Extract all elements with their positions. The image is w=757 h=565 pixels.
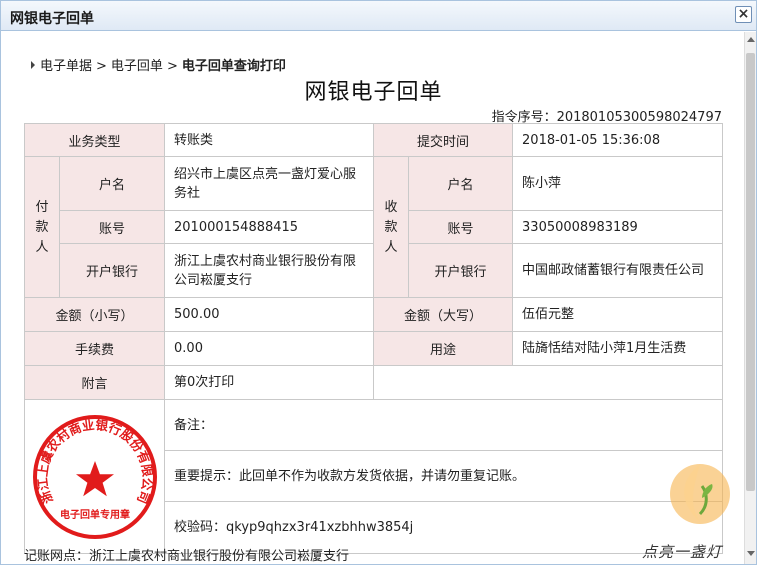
row-notes: 浙江上虞农村商业银行股份有限公司 电子回单专用章 备注： 重要提示：此回单不作为…: [23, 399, 724, 554]
bank-seal-stamp: 浙江上虞农村商业银行股份有限公司 电子回单专用章: [32, 414, 157, 539]
payer-account-label: 账号: [58, 210, 166, 244]
document-title: 网银电子回单: [304, 80, 443, 105]
payee-bank-label: 开户银行: [408, 243, 514, 298]
close-icon: ×: [737, 6, 750, 22]
payee-section-label: 收款人: [373, 156, 410, 298]
stamp-cell: 浙江上虞农村商业银行股份有限公司 电子回单专用章: [23, 399, 166, 554]
remark-line: 备注：: [165, 400, 723, 451]
payee-account-value: 33050008983189: [512, 210, 724, 244]
scrollbar-thumb[interactable]: [746, 53, 755, 491]
footer-branch-text: 记账网点：浙江上虞农村商业银行股份有限公司崧厦支行: [24, 549, 350, 564]
purpose-value: 陆旖恬结对陆小萍1月生活费: [512, 331, 724, 366]
window-titlebar: 网银电子回单 ×: [1, 1, 756, 31]
empty-cell: [373, 365, 724, 400]
payer-section-label: 付款人: [24, 156, 60, 298]
payee-name-value: 陈小萍: [512, 156, 724, 211]
payer-name-label: 户名: [58, 156, 166, 211]
amount-lower-value: 500.00: [164, 297, 375, 332]
payer-bank-label: 开户银行: [58, 243, 166, 298]
payee-bank-value: 中国邮政储蓄银行有限责任公司: [512, 243, 724, 298]
business-type-label: 业务类型: [23, 123, 166, 157]
breadcrumb: 电子单据 > 电子回单 > 电子回单查询打印: [31, 55, 286, 74]
purpose-label: 用途: [373, 331, 514, 366]
payer-account-value: 201000154888415: [164, 210, 375, 244]
breadcrumb-arrow-icon: [31, 61, 35, 69]
payee-account-label: 账号: [408, 210, 514, 244]
breadcrumb-item-electronic-receipt[interactable]: 电子回单: [111, 59, 163, 74]
submit-time-label: 提交时间: [373, 123, 514, 157]
postscript-label: 附言: [23, 365, 166, 400]
row-postscript: 附言 第0次打印: [23, 365, 724, 400]
amount-upper-label: 金额（大写）: [373, 297, 514, 332]
scroll-up-arrow-icon[interactable]: [747, 37, 755, 42]
window-title: 网银电子回单: [10, 11, 94, 27]
receipt-window: 网银电子回单 × 电子单据 > 电子回单 > 电子回单查询打印 网银电子回单 指令序号：…: [0, 0, 757, 565]
submit-time-value: 2018-01-05 15:36:08: [512, 123, 724, 157]
breadcrumb-item-electronic-documents[interactable]: 电子单据: [40, 59, 92, 74]
content-area: 电子单据 > 电子回单 > 电子回单查询打印 网银电子回单 指令序号：201801053…: [1, 32, 746, 564]
breadcrumb-separator: >: [96, 59, 107, 74]
row-account-name: 付款人 户名 绍兴市上虞区点亮一盏灯爱心服务社 收款人 户名 陈小萍: [24, 156, 724, 298]
notice-line: 重要提示：此回单不作为收款方发货依据，并请勿重复记账。: [165, 451, 723, 502]
row-business-type: 业务类型 转账类 提交时间 2018-01-05 15:36:08: [23, 123, 724, 157]
payee-name-label: 户名: [408, 156, 514, 211]
scroll-down-arrow-icon[interactable]: [747, 551, 755, 556]
close-button[interactable]: ×: [735, 6, 752, 23]
fee-value: 0.00: [164, 331, 375, 366]
receipt-table: 业务类型 转账类 提交时间 2018-01-05 15:36:08 付款人 户名…: [23, 123, 724, 554]
breadcrumb-current: 电子回单查询打印: [181, 59, 286, 74]
star-icon: [75, 460, 114, 496]
seal-bottom-text: 电子回单专用章: [60, 508, 130, 521]
row-fee: 手续费 0.00 用途 陆旖恬结对陆小萍1月生活费: [23, 331, 724, 366]
notes-cell: 备注： 重要提示：此回单不作为收款方发货依据，并请勿重复记账。 校验码：qkyp…: [164, 399, 724, 554]
fee-label: 手续费: [23, 331, 166, 366]
amount-upper-value: 伍佰元整: [512, 297, 724, 332]
postscript-value: 第0次打印: [164, 365, 375, 400]
payer-bank-value: 浙江上虞农村商业银行股份有限公司崧厦支行: [164, 243, 375, 298]
row-amount: 金额（小写） 500.00 金额（大写） 伍佰元整: [23, 297, 724, 332]
amount-lower-label: 金额（小写）: [23, 297, 166, 332]
breadcrumb-separator: >: [166, 59, 178, 74]
payer-name-value: 绍兴市上虞区点亮一盏灯爱心服务社: [164, 156, 375, 211]
business-type-value: 转账类: [164, 123, 375, 157]
vertical-scrollbar[interactable]: [744, 32, 756, 564]
